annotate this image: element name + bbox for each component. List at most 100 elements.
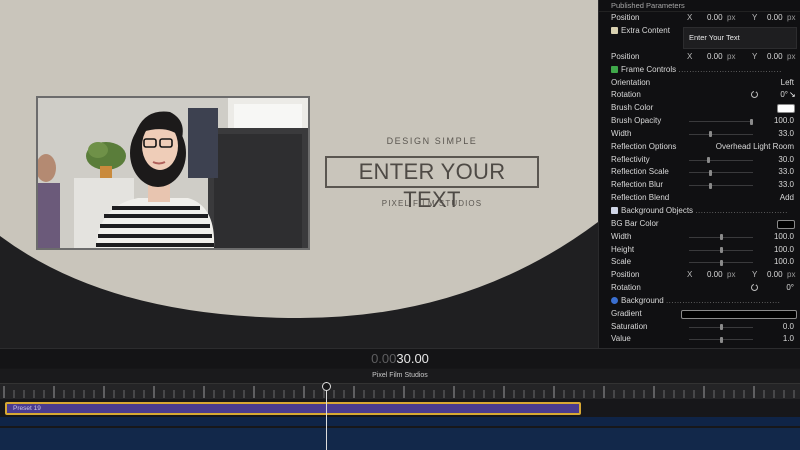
slider-knob[interactable] bbox=[709, 182, 713, 189]
reflectivity-value[interactable]: 30.0 bbox=[778, 154, 794, 167]
y-value[interactable]: 0.00 bbox=[767, 269, 783, 282]
width-value[interactable]: 33.0 bbox=[778, 128, 794, 141]
rotation-dial-icon[interactable] bbox=[751, 282, 758, 295]
extra-content-text-field[interactable]: Enter Your Text bbox=[683, 27, 797, 49]
orientation-value[interactable]: Left bbox=[781, 77, 794, 90]
cursor-arrow-icon: ↘ bbox=[789, 90, 796, 100]
slider-track[interactable] bbox=[689, 157, 753, 164]
param-bg-bar-color[interactable]: BG Bar Color bbox=[599, 218, 800, 231]
slider-track[interactable] bbox=[689, 118, 753, 125]
bg-bar-color-swatch[interactable] bbox=[777, 219, 795, 229]
timeline-clip[interactable]: Preset 19 bbox=[5, 402, 581, 415]
param-scale[interactable]: Scale 100.0 bbox=[599, 256, 800, 269]
param-reflectivity[interactable]: Reflectivity 30.0 bbox=[599, 154, 800, 167]
param-orientation[interactable]: Orientation Left bbox=[599, 77, 800, 90]
slider-knob[interactable] bbox=[719, 324, 723, 331]
y-axis-label: Y bbox=[752, 270, 758, 280]
slider-knob[interactable] bbox=[719, 234, 723, 241]
param-gradient[interactable]: Gradient bbox=[599, 308, 800, 321]
param-label: Brush Opacity bbox=[611, 116, 662, 126]
headline-text-box[interactable]: ENTER YOUR TEXT bbox=[325, 156, 539, 212]
section-frame-controls[interactable]: Frame Controls .........................… bbox=[599, 64, 800, 77]
slider-knob[interactable] bbox=[707, 157, 711, 164]
param-height[interactable]: Height 100.0 bbox=[599, 244, 800, 257]
section-background[interactable]: Background .............................… bbox=[599, 295, 800, 308]
slider-track[interactable] bbox=[689, 324, 753, 331]
brush-color-swatch[interactable] bbox=[777, 104, 795, 114]
param-label: Height bbox=[611, 244, 635, 254]
param-brush-color[interactable]: Brush Color bbox=[599, 102, 800, 115]
section-divider: ...................................... bbox=[678, 64, 782, 74]
inspector-panel: Published Parameters Position X 0.00 px … bbox=[598, 0, 800, 348]
param-label: Brush Color bbox=[611, 103, 654, 113]
param-reflection-options[interactable]: Reflection Options Overhead Light Room bbox=[599, 141, 800, 154]
y-value[interactable]: 0.00 bbox=[767, 51, 783, 64]
section-divider: .................................. bbox=[695, 205, 788, 215]
param-width-1[interactable]: Width 33.0 bbox=[599, 128, 800, 141]
param-position-1[interactable]: Position X 0.00 px Y 0.00 px bbox=[599, 12, 800, 25]
height-value[interactable]: 100.0 bbox=[774, 244, 794, 257]
slider-track[interactable] bbox=[689, 169, 753, 176]
scale-value[interactable]: 100.0 bbox=[774, 256, 794, 269]
x-value[interactable]: 0.00 bbox=[707, 12, 723, 25]
param-reflection-blend[interactable]: Reflection Blend Add bbox=[599, 192, 800, 205]
slider-knob[interactable] bbox=[709, 169, 713, 176]
param-label: BG Bar Color bbox=[611, 218, 659, 228]
param-label: Position bbox=[611, 270, 640, 280]
y-unit: px bbox=[787, 270, 796, 280]
param-brush-opacity[interactable]: Brush Opacity 100.0 bbox=[599, 115, 800, 128]
param-reflection-scale[interactable]: Reflection Scale 33.0 bbox=[599, 166, 800, 179]
reflection-blur-value[interactable]: 33.0 bbox=[778, 179, 794, 192]
audio-track[interactable] bbox=[0, 417, 800, 426]
param-rotation-2[interactable]: Rotation 0° bbox=[599, 282, 800, 295]
rotation-value[interactable]: 0° bbox=[786, 282, 794, 295]
office-photo bbox=[38, 98, 308, 248]
gradient-bar[interactable] bbox=[681, 309, 797, 319]
x-value[interactable]: 0.00 bbox=[707, 51, 723, 64]
param-label: Width bbox=[611, 128, 632, 138]
param-value[interactable]: Value 1.0 bbox=[599, 333, 800, 346]
slider-track[interactable] bbox=[689, 259, 753, 266]
param-saturation[interactable]: Saturation 0.0 bbox=[599, 321, 800, 334]
param-label: Rotation bbox=[611, 90, 641, 100]
value-value[interactable]: 1.0 bbox=[783, 333, 794, 346]
param-rotation-1[interactable]: Rotation 0° ↘ bbox=[599, 89, 800, 102]
slider-track[interactable] bbox=[689, 234, 753, 241]
param-label: Scale bbox=[611, 257, 632, 267]
slider-knob[interactable] bbox=[709, 131, 713, 138]
width-value[interactable]: 100.0 bbox=[774, 231, 794, 244]
param-position-2[interactable]: Position X 0.00 px Y 0.00 px bbox=[599, 51, 800, 64]
reflection-scale-value[interactable]: 33.0 bbox=[778, 166, 794, 179]
slider-knob[interactable] bbox=[719, 247, 723, 253]
brush-opacity-value[interactable]: 100.0 bbox=[774, 115, 794, 128]
section-icon bbox=[611, 296, 618, 304]
rotation-dial-icon[interactable] bbox=[751, 89, 758, 102]
param-width-2[interactable]: Width 100.0 bbox=[599, 231, 800, 244]
reflection-blend-value[interactable]: Add bbox=[780, 192, 794, 205]
slider-knob[interactable] bbox=[750, 118, 753, 125]
section-background-objects[interactable]: Background Objects .....................… bbox=[599, 205, 800, 218]
slider-track[interactable] bbox=[689, 182, 753, 189]
playhead-handle[interactable] bbox=[322, 382, 331, 391]
slider-track[interactable] bbox=[689, 336, 753, 343]
slider-track[interactable] bbox=[689, 131, 753, 138]
y-value[interactable]: 0.00 bbox=[767, 12, 783, 25]
param-label: Position bbox=[611, 13, 640, 22]
param-position-3[interactable]: Position X 0.00 px Y 0.00 px bbox=[599, 269, 800, 282]
reflection-options-value[interactable]: Overhead Light Room bbox=[716, 141, 794, 154]
text-icon bbox=[611, 26, 618, 34]
param-label: Reflection Options bbox=[611, 141, 677, 151]
rotation-value[interactable]: 0° bbox=[780, 89, 788, 102]
x-value[interactable]: 0.00 bbox=[707, 269, 723, 282]
slider-knob[interactable] bbox=[719, 336, 723, 343]
lower-track[interactable] bbox=[0, 428, 800, 450]
timecode-display[interactable]: 0.0030.00 bbox=[0, 348, 800, 368]
inspector-header: Published Parameters bbox=[599, 0, 800, 12]
playhead-line[interactable] bbox=[326, 382, 327, 450]
timeline-ruler[interactable] bbox=[0, 383, 800, 399]
slider-track[interactable] bbox=[689, 247, 753, 253]
y-unit: px bbox=[787, 51, 796, 61]
slider-knob[interactable] bbox=[719, 259, 723, 266]
saturation-value[interactable]: 0.0 bbox=[783, 321, 794, 334]
param-reflection-blur[interactable]: Reflection Blur 33.0 bbox=[599, 179, 800, 192]
